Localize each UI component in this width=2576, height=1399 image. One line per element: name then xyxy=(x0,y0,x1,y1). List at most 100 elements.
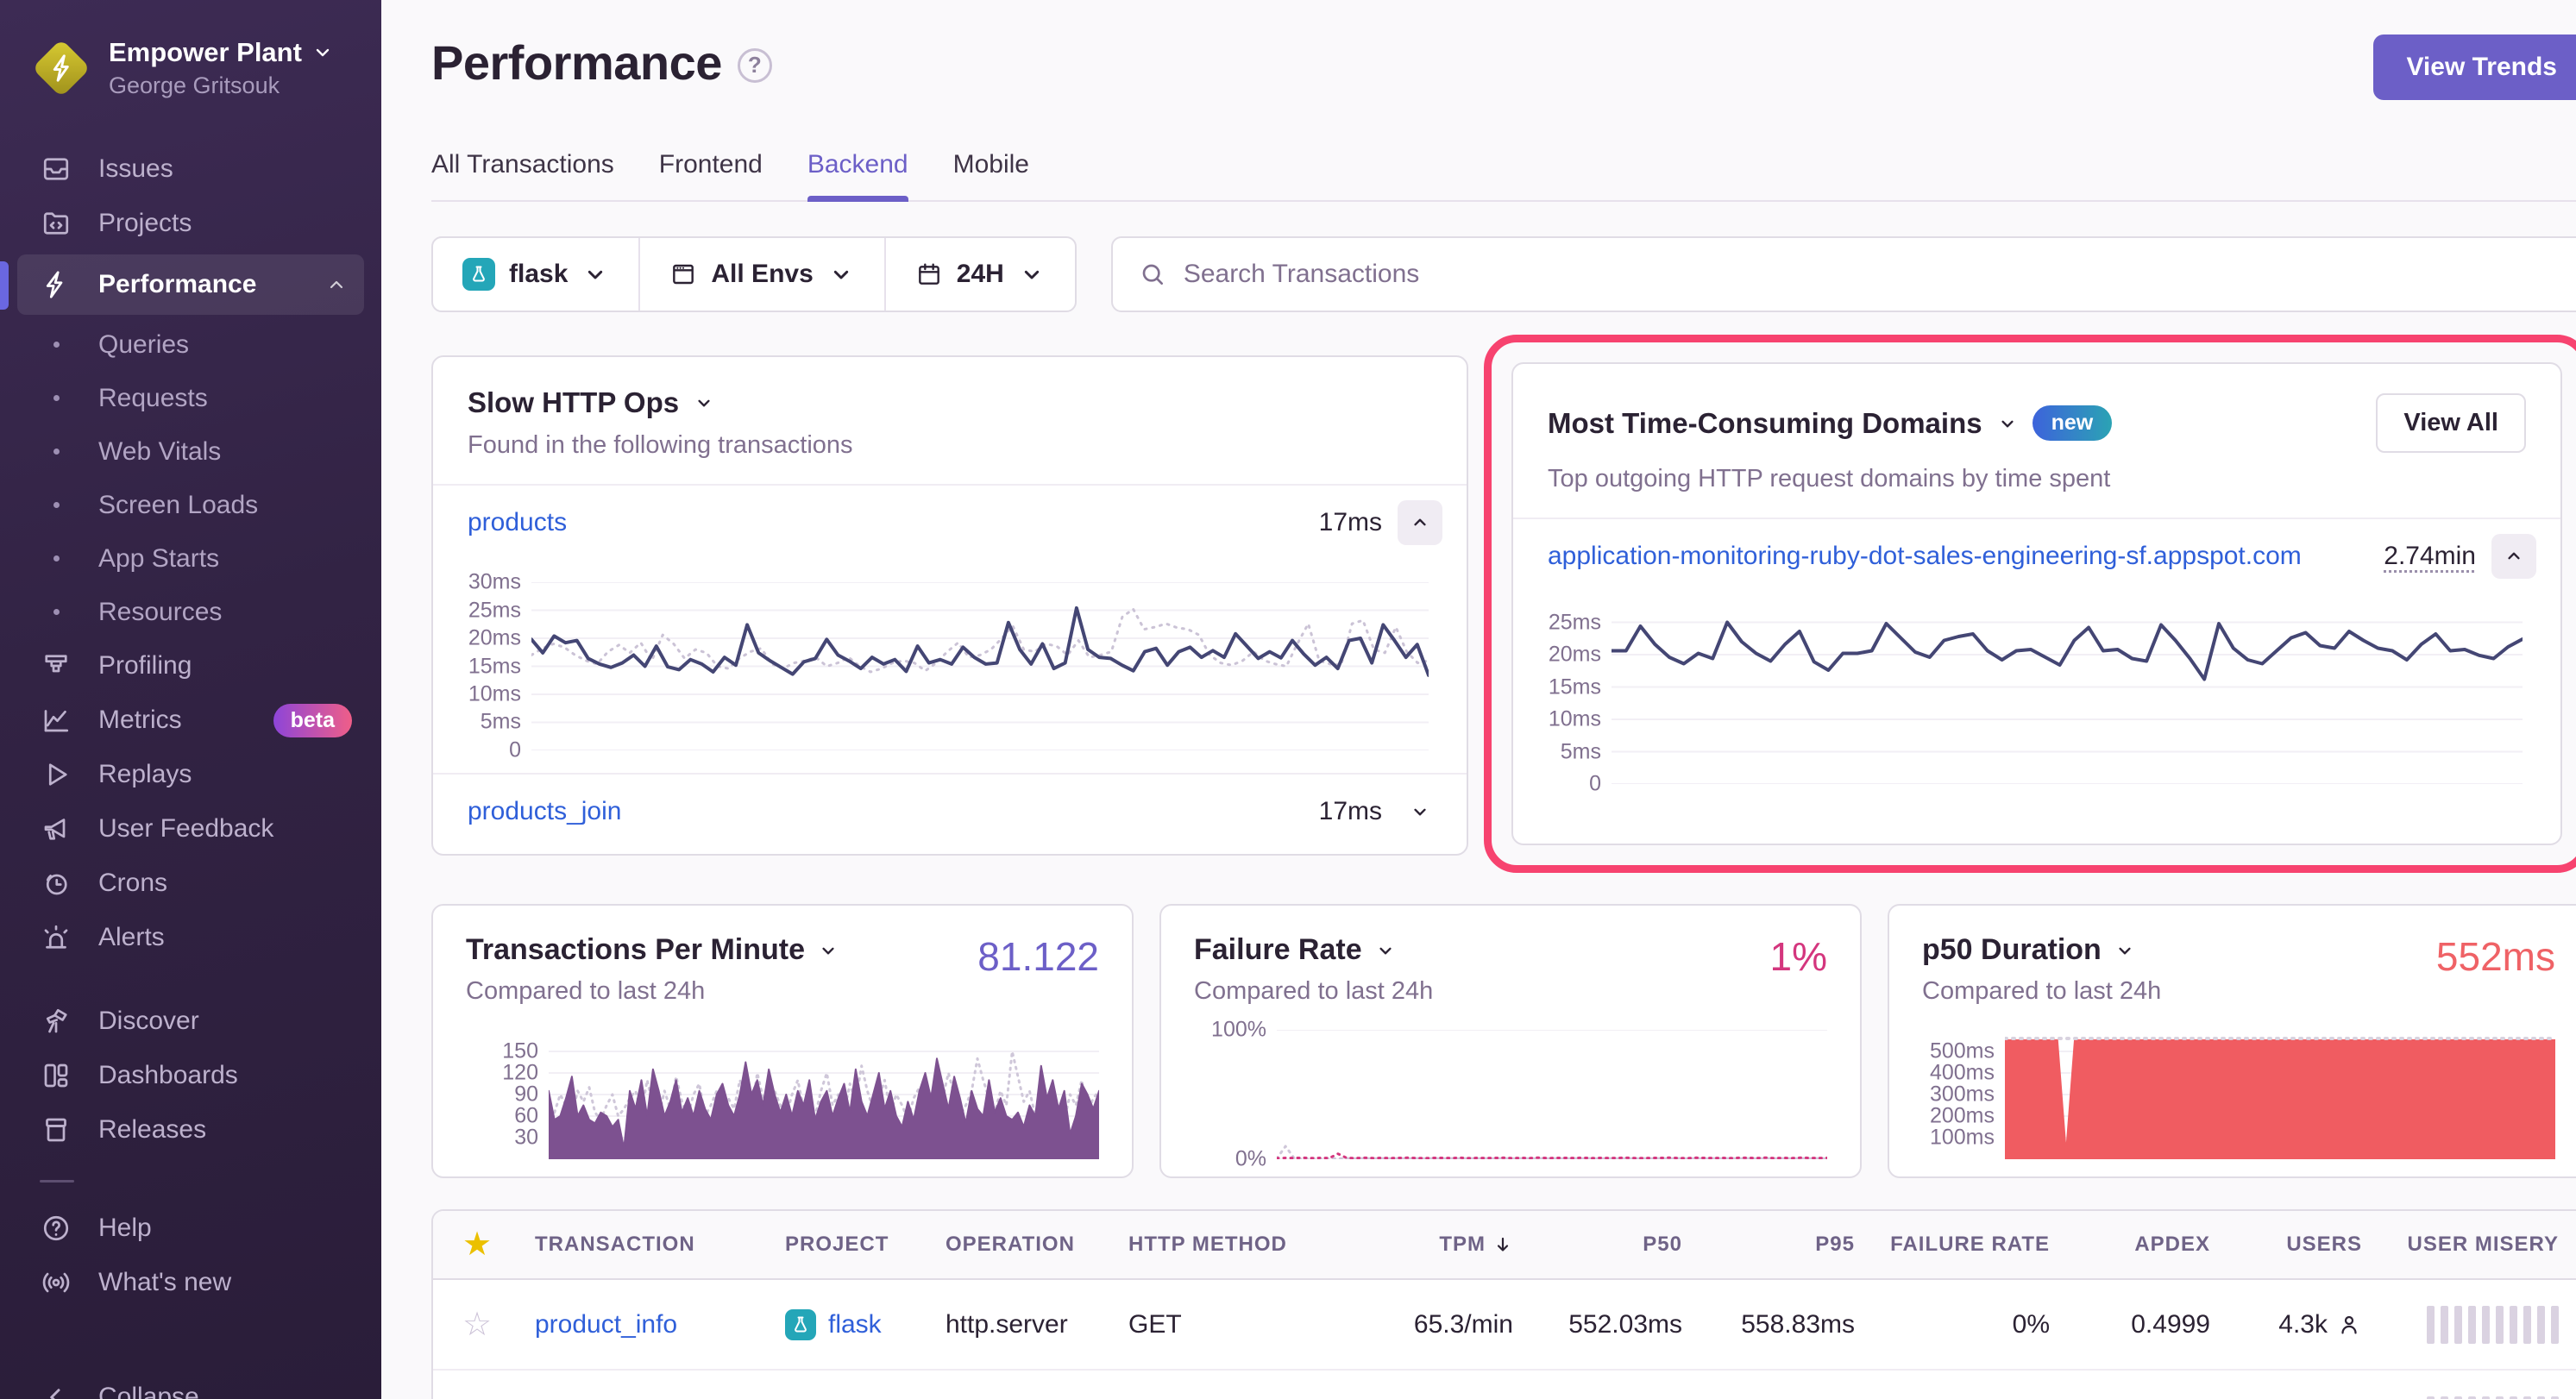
p50-duration-card: p50 Duration Compared to last 24h 552ms … xyxy=(1888,904,2576,1178)
sidebar-collapse-button[interactable]: Collapse xyxy=(0,1371,381,1399)
tab-frontend[interactable]: Frontend xyxy=(659,150,763,200)
lightning-bolt-icon xyxy=(46,52,79,85)
slow-http-chart: 30ms25ms20ms15ms10ms5ms0 xyxy=(433,560,1467,750)
tab-all-transactions[interactable]: All Transactions xyxy=(431,150,614,200)
sidebar-item-releases[interactable]: Releases xyxy=(0,1103,381,1157)
transactions-table: ★ TRANSACTION PROJECT OPERATION HTTP MET… xyxy=(431,1209,2576,1399)
date-range-filter[interactable]: 24H xyxy=(884,238,1075,311)
siren-icon xyxy=(40,921,72,954)
tab-mobile[interactable]: Mobile xyxy=(953,150,1029,200)
kpi-title[interactable]: p50 Duration xyxy=(1922,933,2102,967)
sidebar-item-dashboards[interactable]: Dashboards xyxy=(0,1049,381,1103)
chevron-down-icon[interactable] xyxy=(693,392,715,414)
kpi-title[interactable]: Failure Rate xyxy=(1194,933,1362,967)
chevron-down-icon[interactable] xyxy=(2114,939,2136,962)
profiling-icon xyxy=(40,649,72,682)
transaction-link[interactable]: products xyxy=(468,508,567,537)
collapse-row-button[interactable] xyxy=(2491,534,2536,579)
chevron-up-icon xyxy=(326,274,347,295)
star-outline-icon[interactable]: ☆ xyxy=(462,1308,535,1341)
duration-value[interactable]: 2.74min xyxy=(2384,542,2476,571)
megaphone-icon xyxy=(40,812,72,845)
user-misery-bars xyxy=(2427,1306,2559,1344)
chevron-down-icon[interactable] xyxy=(1996,412,2019,435)
sidebar-item-app-starts[interactable]: App Starts xyxy=(0,532,381,586)
sidebar-item-web-vitals[interactable]: Web Vitals xyxy=(0,425,381,479)
page-header: Performance ? View Trends xyxy=(431,35,2576,100)
sidebar-item-replays[interactable]: Replays xyxy=(0,748,381,802)
tab-backend[interactable]: Backend xyxy=(807,150,908,200)
sidebar-item-alerts[interactable]: Alerts xyxy=(0,911,381,965)
projects-icon xyxy=(40,207,72,240)
collapse-row-button[interactable] xyxy=(1398,500,1442,545)
expand-row-button[interactable] xyxy=(1398,789,1442,834)
transaction-link[interactable]: products_join xyxy=(468,797,621,826)
sidebar-item-whats-new[interactable]: What's new xyxy=(0,1256,381,1310)
star-filled-icon[interactable]: ★ xyxy=(462,1228,535,1261)
active-indicator xyxy=(0,261,9,310)
beta-badge: beta xyxy=(273,704,352,737)
failure-rate-card: Failure Rate Compared to last 24h 1% 100… xyxy=(1159,904,1862,1178)
main-content: Performance ? View Trends All Transactio… xyxy=(381,0,2576,1399)
sidebar-item-resources[interactable]: Resources xyxy=(0,586,381,639)
environment-filter[interactable]: All Envs xyxy=(638,238,883,311)
sidebar-divider xyxy=(40,1180,74,1183)
chevron-down-icon xyxy=(312,42,333,63)
chevron-down-icon xyxy=(1409,800,1431,823)
bullet-icon xyxy=(40,395,72,401)
sidebar-item-issues[interactable]: Issues xyxy=(0,142,381,197)
sidebar-item-projects[interactable]: Projects xyxy=(0,197,381,251)
tpm-chart: 150120906030 xyxy=(466,1030,1099,1159)
user-icon xyxy=(2336,1312,2362,1338)
dashboards-icon xyxy=(40,1059,72,1092)
sidebar-item-discover[interactable]: Discover xyxy=(0,994,381,1049)
kpi-title[interactable]: Transactions Per Minute xyxy=(466,933,805,967)
sidebar-item-help[interactable]: Help xyxy=(0,1201,381,1256)
view-trends-button[interactable]: View Trends xyxy=(2373,35,2576,100)
duration-value: 17ms xyxy=(1319,508,1382,537)
broadcast-icon xyxy=(40,1266,72,1299)
chevron-down-icon[interactable] xyxy=(817,939,839,962)
table-row: ☆ product_info flask http.server GET 65.… xyxy=(433,1280,2576,1371)
sidebar: Empower Plant George Gritsouk Issues Pro… xyxy=(0,0,381,1399)
table-row: ☆ organization flask http.server GET 4.1… xyxy=(433,1371,2576,1399)
sidebar-nav: Issues Projects Performance Queries Requ… xyxy=(0,142,381,1157)
filter-bar: flask All Envs 24H xyxy=(431,236,2576,312)
org-logo xyxy=(35,41,88,95)
help-icon xyxy=(40,1212,72,1245)
bullet-icon xyxy=(40,502,72,508)
project-link[interactable]: flask xyxy=(828,1310,882,1339)
sidebar-item-profiling[interactable]: Profiling xyxy=(0,639,381,693)
sidebar-item-queries[interactable]: Queries xyxy=(0,318,381,372)
domains-chart: 25ms20ms15ms10ms5ms0 xyxy=(1513,593,2560,784)
telescope-icon xyxy=(40,1005,72,1038)
domain-link[interactable]: application-monitoring-ruby-dot-sales-en… xyxy=(1548,542,2302,571)
sidebar-item-metrics[interactable]: Metrics beta xyxy=(0,693,381,748)
project-filter[interactable]: flask xyxy=(433,238,638,311)
table-header: ★ TRANSACTION PROJECT OPERATION HTTP MET… xyxy=(433,1211,2576,1280)
chevron-up-icon xyxy=(1409,511,1431,534)
tpm-sort-header[interactable]: TPM xyxy=(1439,1233,1513,1257)
sidebar-item-crons[interactable]: Crons xyxy=(0,856,381,911)
transaction-link[interactable]: product_info xyxy=(535,1310,677,1339)
sidebar-item-performance[interactable]: Performance xyxy=(17,254,364,315)
org-switcher[interactable]: Empower Plant George Gritsouk xyxy=(0,29,381,108)
flask-project-icon xyxy=(462,258,495,291)
failure-rate-chart: 100%0% xyxy=(1194,1030,1827,1159)
search-input[interactable] xyxy=(1184,260,2562,289)
widget-title[interactable]: Slow HTTP Ops xyxy=(468,386,679,419)
page-filters: flask All Envs 24H xyxy=(431,236,1077,312)
page-help-icon[interactable]: ? xyxy=(738,48,772,83)
chevron-down-icon[interactable] xyxy=(1374,939,1397,962)
chevron-up-icon xyxy=(2503,545,2525,568)
bullet-icon xyxy=(40,342,72,348)
chevron-down-icon xyxy=(1018,260,1046,288)
sidebar-item-requests[interactable]: Requests xyxy=(0,372,381,425)
view-all-button[interactable]: View All xyxy=(2376,393,2526,453)
p50-duration-chart: 500ms400ms300ms200ms100ms xyxy=(1922,1030,2555,1159)
sidebar-item-screen-loads[interactable]: Screen Loads xyxy=(0,479,381,532)
sidebar-item-user-feedback[interactable]: User Feedback xyxy=(0,802,381,856)
widget-title[interactable]: Most Time-Consuming Domains xyxy=(1548,407,1982,440)
slow-http-ops-card: Slow HTTP Ops Found in the following tra… xyxy=(431,355,1468,856)
transaction-row: products 17ms xyxy=(433,486,1467,560)
